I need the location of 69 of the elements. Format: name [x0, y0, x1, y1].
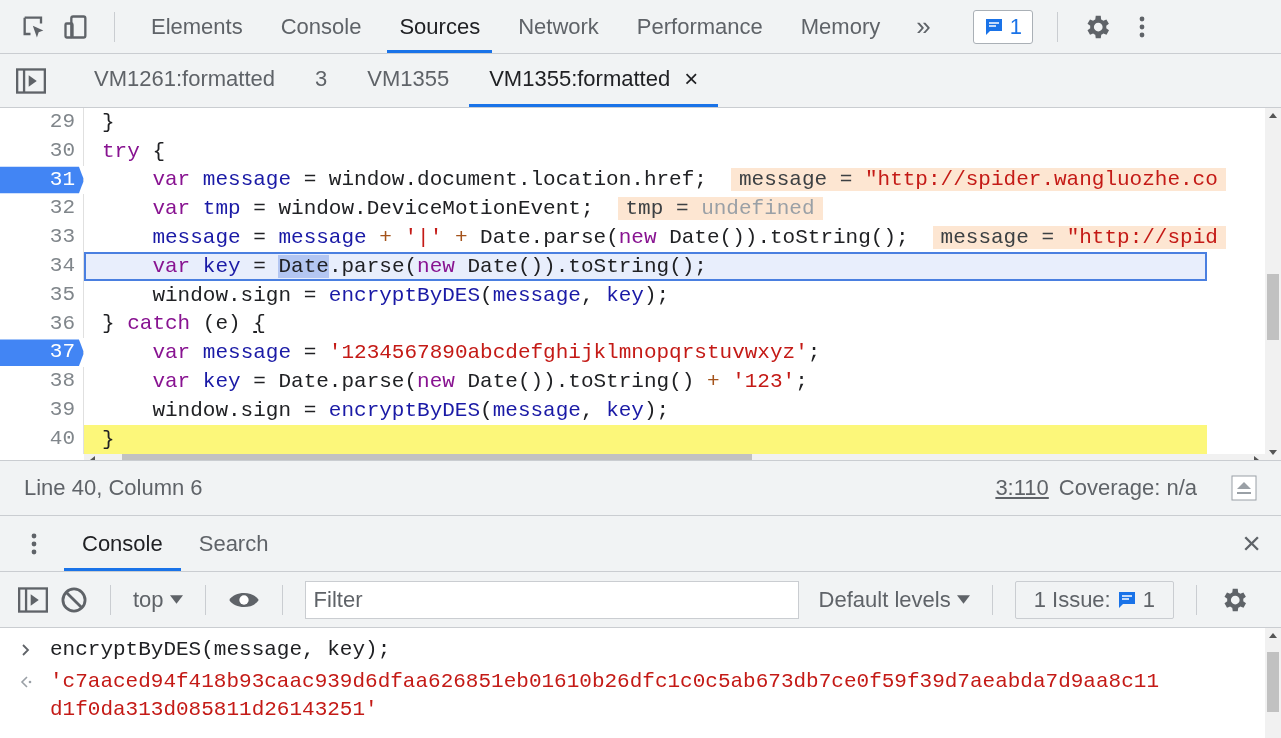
code-text: window.sign = encryptByDES(message, key);: [151, 398, 670, 422]
more-tabs-button[interactable]: »: [906, 11, 941, 42]
panel-tab[interactable]: Network: [506, 0, 611, 53]
line-number[interactable]: 33: [0, 223, 84, 252]
console-text: encryptByDES(message, key);: [50, 637, 391, 663]
panel-tab[interactable]: Performance: [624, 0, 775, 53]
code-text: }: [102, 427, 115, 451]
code-text: var message = '1234567890abcdefghijklmnopqrstuvwxyz';: [151, 341, 821, 365]
line-number[interactable]: 37: [0, 338, 84, 368]
code-text: var message = window.document.location.href;: [151, 168, 707, 192]
close-button[interactable]: ×: [1242, 516, 1261, 571]
message-icon: [983, 16, 1004, 37]
caret-icon: [169, 594, 183, 605]
code-text: var key = Date.parse(new Date()).toString() + '123';: [151, 370, 808, 394]
file-tab-label: VM1355:formatted: [489, 66, 671, 92]
scroll-up-icon[interactable]: [1268, 631, 1278, 641]
filter-field[interactable]: Filter: [304, 580, 799, 619]
line-number[interactable]: 30: [0, 136, 84, 166]
line-number[interactable]: 38: [0, 367, 84, 396]
context-dropdown[interactable]: top: [133, 586, 183, 613]
code-text: var tmp = window.DeviceMotionEvent;: [151, 197, 594, 221]
inline-value: message = "http://spider.wangluozhe.co: [730, 168, 1226, 192]
file-tab-label: 3: [315, 66, 328, 92]
issues-button[interactable]: 1: [972, 9, 1033, 44]
source-link[interactable]: 3:110: [995, 475, 1049, 501]
levels-dropdown[interactable]: Default levels: [818, 586, 970, 613]
file-tab-label: VM1355: [367, 66, 450, 92]
vertical-scrollbar[interactable]: [1265, 628, 1281, 738]
code-text: var key = Date.parse(new Date()).toString();: [151, 254, 707, 278]
code-text: try {: [102, 139, 166, 163]
vertical-scrollbar[interactable]: [1265, 108, 1281, 460]
line-number[interactable]: 31: [0, 165, 84, 195]
scroll-down-icon[interactable]: [1268, 447, 1278, 457]
code-text: window.sign = encryptByDES(message, key);: [151, 283, 670, 307]
sidebar-toggle-icon[interactable]: [16, 67, 46, 94]
result-icon: [18, 675, 34, 689]
scroll-up-icon[interactable]: [1268, 111, 1278, 121]
issues-button[interactable]: 1 Issue: 1: [1014, 580, 1174, 619]
file-tab[interactable]: VM1355: [347, 54, 470, 107]
line-number[interactable]: 32: [0, 194, 84, 224]
sidebar-toggle-icon[interactable]: [18, 586, 48, 613]
panel-tab[interactable]: Memory: [788, 0, 893, 53]
line-number[interactable]: 39: [0, 395, 84, 425]
code-text: } catch (e) {: [102, 312, 266, 336]
code-text: message = message + '|' + Date.parse(new Date()).toString();: [151, 226, 909, 250]
line-number[interactable]: 35: [0, 280, 84, 310]
inline-value: tmp = undefined: [617, 197, 823, 221]
file-tab[interactable]: VM1355:formatted ×: [469, 54, 719, 107]
message-icon: [1116, 589, 1137, 610]
clear-console-icon[interactable]: [60, 585, 88, 614]
file-tab-label: VM1261:formatted: [94, 66, 275, 92]
close-button[interactable]: ×: [684, 65, 699, 93]
drawer-tab[interactable]: Search: [180, 516, 287, 571]
line-number[interactable]: 29: [0, 108, 84, 137]
scrollbar-thumb[interactable]: [1267, 652, 1279, 712]
coverage-icon[interactable]: [1231, 475, 1257, 501]
line-number[interactable]: 36: [0, 309, 84, 339]
console-text: 'c7aaced94f418b93caac939d6dfaa626851eb01610b26dfc1c0c5ab673db7ce0f59f39d7aeabda7d9aa8c11d1f0da313d085811d26143251': [50, 669, 1159, 723]
cursor-position: Line 40, Column 6: [24, 475, 203, 501]
code-text: }: [102, 110, 115, 134]
file-tab[interactable]: VM1261:formatted: [74, 54, 295, 107]
caret-icon: [956, 594, 970, 605]
coverage-text: Coverage: n/a: [1058, 475, 1197, 501]
inline-value: message = "http://spid: [932, 226, 1226, 250]
file-tab[interactable]: 3: [295, 54, 348, 107]
device-icon[interactable]: [62, 12, 90, 41]
panel-tab[interactable]: Console: [268, 0, 374, 53]
panel-tab[interactable]: Elements: [139, 0, 255, 53]
scrollbar-thumb[interactable]: [1267, 274, 1279, 340]
